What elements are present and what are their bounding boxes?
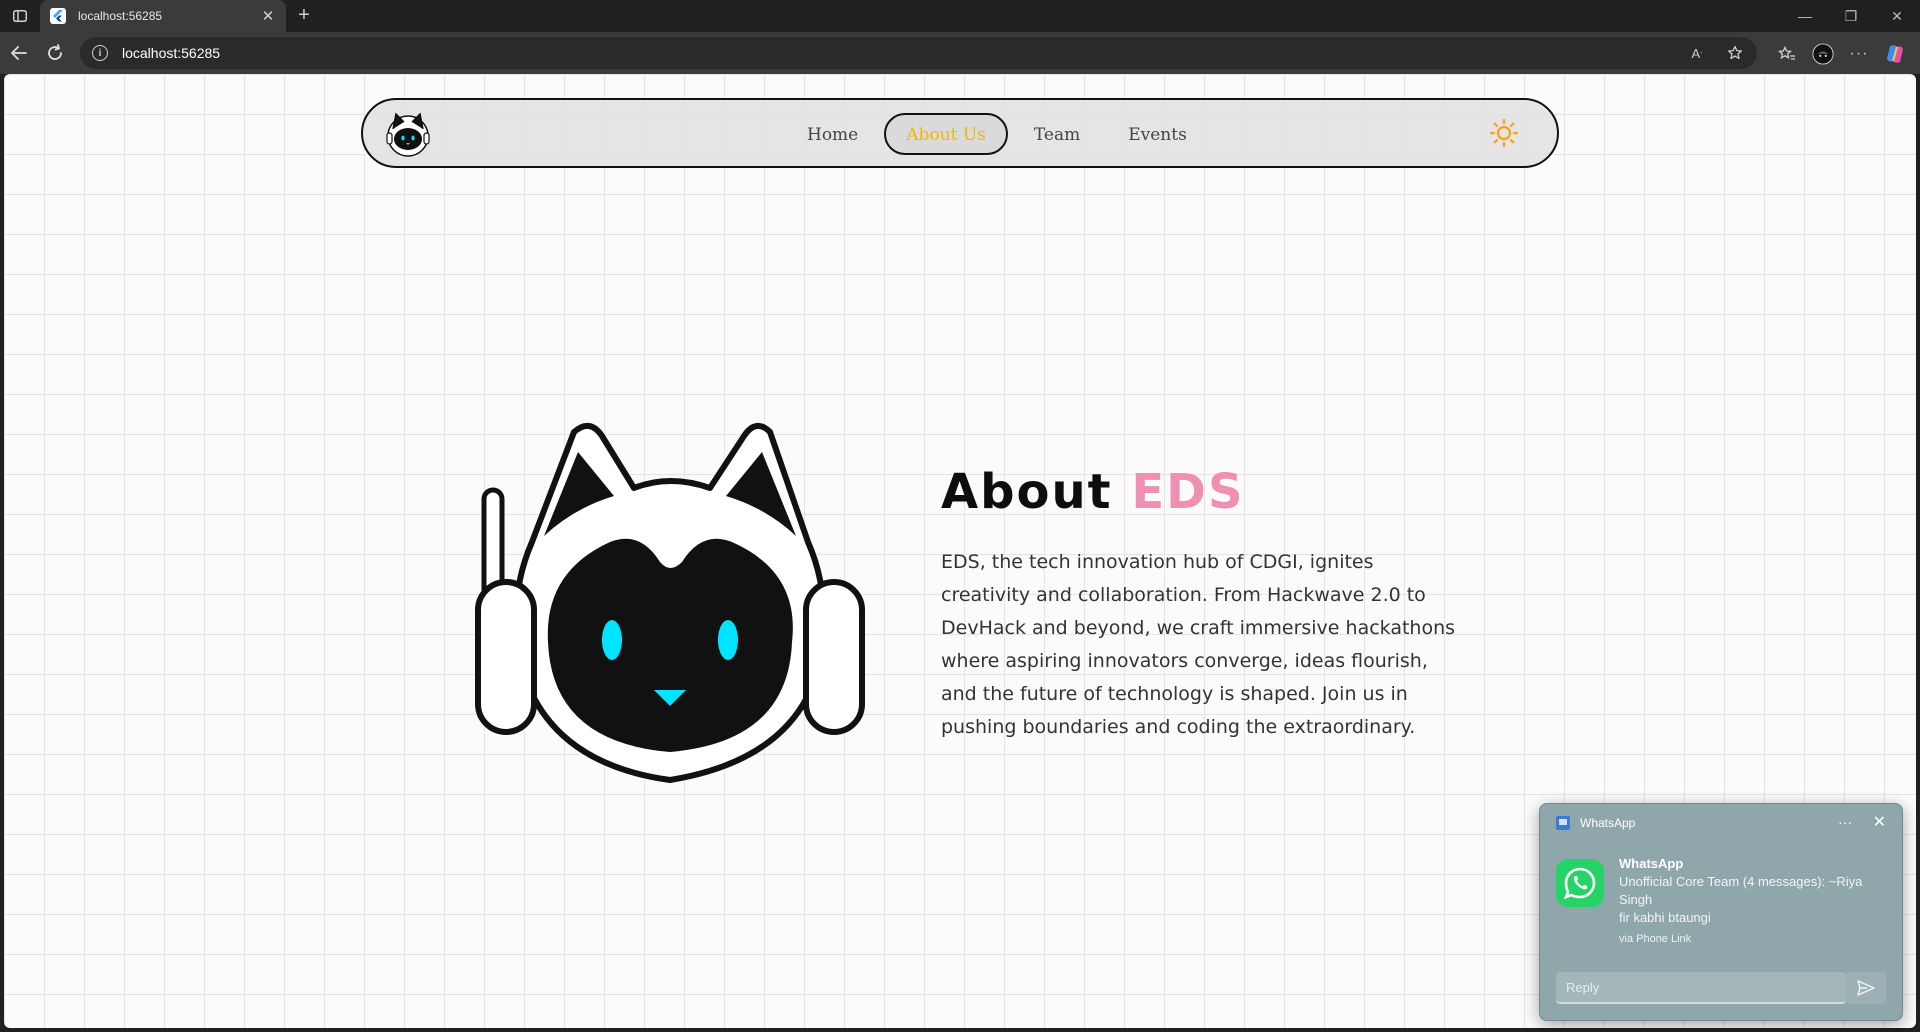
favorite-star-icon[interactable] (1725, 43, 1745, 63)
new-tab-button[interactable]: + (292, 4, 316, 28)
close-icon[interactable]: ✕ (1873, 812, 1886, 832)
flutter-favicon (50, 8, 66, 24)
nav-team[interactable]: Team (1012, 113, 1102, 155)
about-section: About EDS EDS, the tech innovation hub o… (941, 464, 1461, 763)
about-title-accent: EDS (1131, 464, 1245, 520)
info-icon[interactable]: i (92, 45, 108, 61)
refresh-icon[interactable] (44, 42, 66, 64)
tab-strip: localhost:56285 ✕ + — ❐ ✕ (0, 0, 1920, 32)
sun-icon[interactable] (1489, 118, 1519, 148)
whatsapp-icon (1556, 859, 1604, 907)
notification-via: via Phone Link (1619, 933, 1692, 945)
phone-link-icon (1556, 816, 1570, 830)
browser-tab[interactable]: localhost:56285 ✕ (40, 0, 286, 32)
eds-logo[interactable] (383, 109, 433, 159)
site-navbar: Home About Us Team Events (361, 98, 1559, 168)
more-icon[interactable]: ··· (1838, 814, 1852, 830)
whatsapp-notification[interactable]: WhatsApp ··· ✕ WhatsApp Unofficial Core … (1539, 803, 1903, 1021)
site-nav-links: Home About Us Team Events (783, 112, 1211, 156)
back-icon[interactable] (8, 42, 30, 64)
address-toolbar: i localhost:56285 Aᐧ ··· (0, 32, 1920, 74)
notification-message-line1: Unofficial Core Team (4 messages): ~Riya… (1619, 874, 1863, 907)
nav-about-us[interactable]: About Us (884, 113, 1008, 155)
url-text[interactable]: localhost:56285 (122, 45, 1669, 61)
tab-title: localhost:56285 (78, 9, 163, 23)
notification-app-name: WhatsApp (1580, 816, 1636, 830)
notification-title: WhatsApp (1619, 856, 1684, 871)
send-icon[interactable] (1846, 972, 1886, 1004)
favorites-icon[interactable] (1776, 43, 1798, 65)
copilot-icon[interactable] (1884, 43, 1906, 65)
reply-input[interactable] (1556, 972, 1846, 1004)
notification-message-line2: fir kabhi btaungi (1619, 910, 1711, 925)
about-title: About EDS (941, 464, 1461, 520)
read-aloud-icon[interactable]: Aᐧ (1687, 43, 1707, 63)
nav-home[interactable]: Home (785, 113, 880, 155)
about-title-prefix: About (941, 464, 1113, 520)
window-controls: — ❐ ✕ (1782, 0, 1920, 32)
close-window-button[interactable]: ✕ (1874, 0, 1920, 32)
profile-avatar[interactable] (1812, 43, 1834, 65)
sidebar-icon[interactable] (8, 6, 32, 26)
notification-header: WhatsApp (1556, 816, 1635, 830)
robot-cat-mascot (470, 422, 870, 806)
restore-button[interactable]: ❐ (1828, 0, 1874, 32)
address-bar[interactable]: i localhost:56285 Aᐧ (80, 37, 1757, 69)
about-description: EDS, the tech innovation hub of CDGI, ig… (941, 551, 1456, 738)
minimize-button[interactable]: — (1782, 0, 1828, 32)
more-icon[interactable]: ··· (1848, 43, 1870, 65)
nav-events[interactable]: Events (1106, 113, 1209, 155)
tab-close-icon[interactable]: ✕ (260, 7, 276, 25)
notification-body: WhatsApp Unofficial Core Team (4 message… (1619, 856, 1889, 945)
